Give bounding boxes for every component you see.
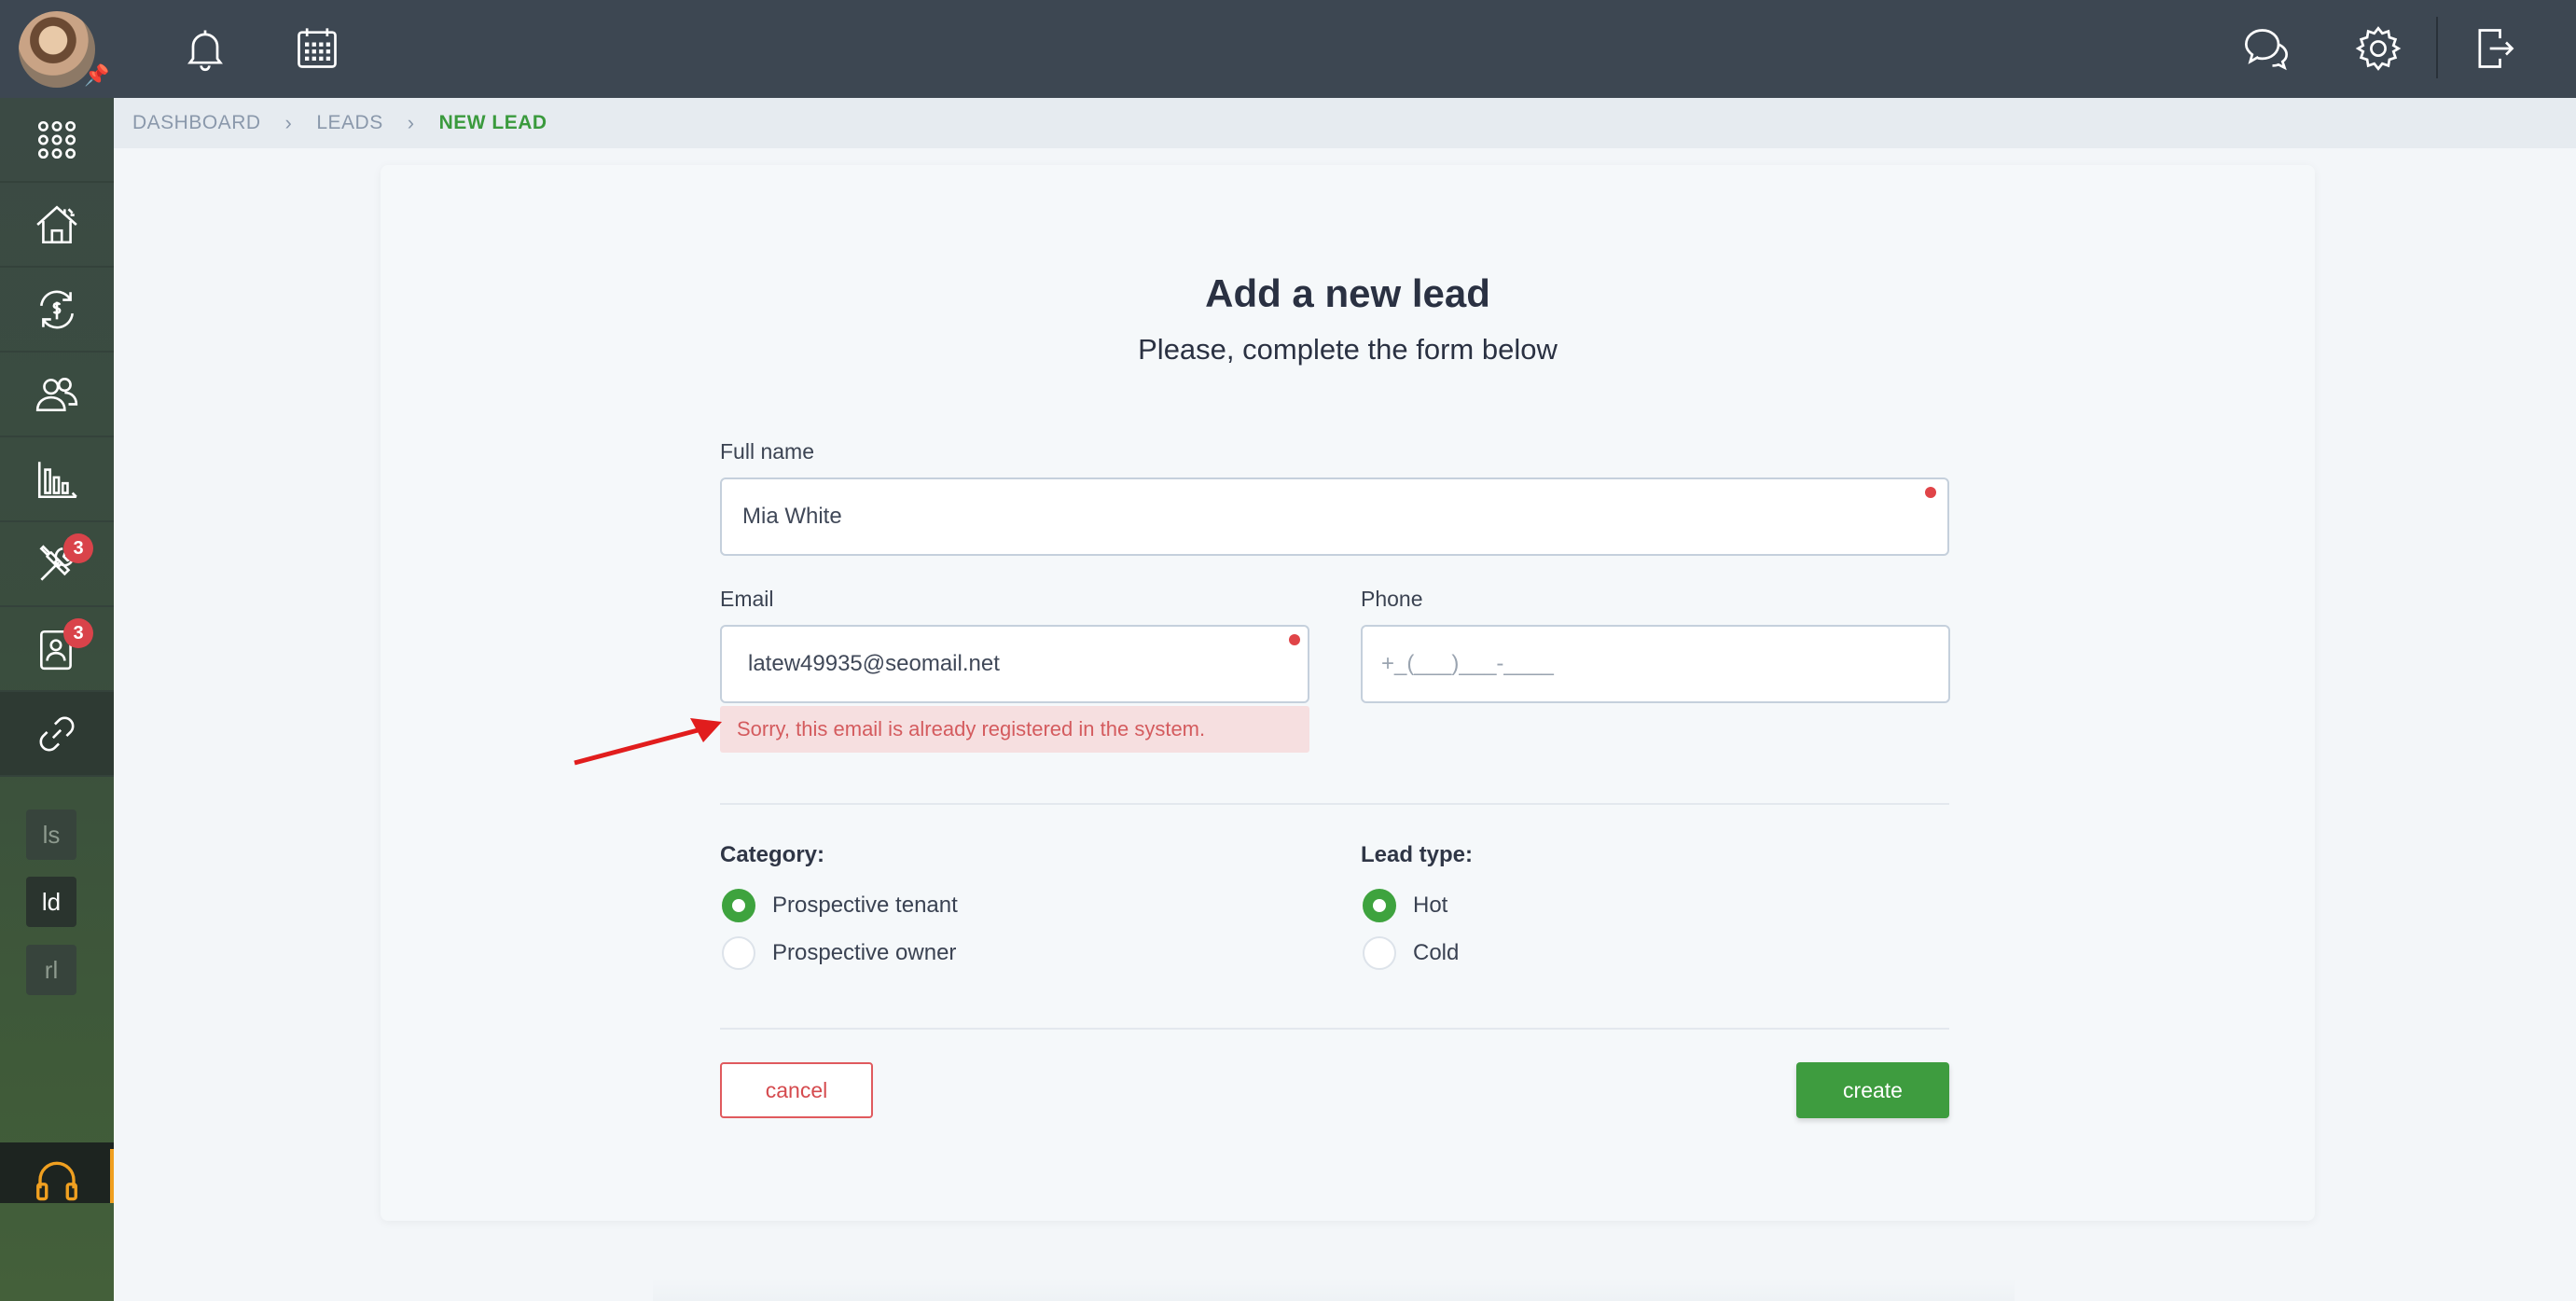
email-input[interactable]: latew49935@seomail.net: [720, 625, 1309, 703]
calendar-icon[interactable]: [289, 21, 345, 76]
radio-checked[interactable]: [1363, 889, 1396, 922]
annotation-arrow-icon: [574, 718, 722, 766]
category-option-tenant[interactable]: Prospective tenant: [722, 889, 958, 922]
sidebar-item-people[interactable]: [0, 353, 114, 437]
headset-icon: [36, 1161, 77, 1201]
gear-icon[interactable]: [2350, 21, 2406, 76]
bell-icon[interactable]: [177, 21, 233, 76]
lead-type-option-hot[interactable]: Hot: [1363, 889, 1447, 922]
page-subtitle: Please, complete the form below: [1138, 333, 1558, 366]
breadcrumb: DASHBOARD › LEADS › NEW LEAD: [114, 98, 2576, 148]
page-title: Add a new lead: [1205, 271, 1490, 315]
pin-icon[interactable]: 📌: [84, 63, 109, 88]
breadcrumb-separator: ›: [407, 111, 415, 134]
divider: [720, 803, 1949, 805]
bottom-edge: [653, 1278, 2015, 1301]
documents-badge: 3: [63, 618, 93, 648]
sidebar-item-links[interactable]: [0, 692, 114, 777]
email-error-message: Sorry, this email is already registered …: [720, 706, 1309, 753]
sidebar-item-finance[interactable]: [0, 268, 114, 353]
lead-type-option-label: Cold: [1413, 940, 1460, 965]
full-name-value: Mia White: [742, 504, 842, 529]
required-indicator: [1289, 634, 1300, 645]
sidebar-mini-item[interactable]: ls: [26, 810, 76, 860]
category-option-label: Prospective tenant: [772, 893, 958, 918]
sidebar-item-reports[interactable]: [0, 437, 114, 522]
breadcrumb-leads[interactable]: LEADS: [316, 112, 382, 134]
lead-type-option-cold[interactable]: Cold: [1363, 936, 1459, 970]
category-option-owner[interactable]: Prospective owner: [722, 936, 956, 970]
required-indicator: [1925, 487, 1936, 498]
radio-unchecked[interactable]: [1363, 936, 1396, 970]
phone-label: Phone: [1361, 587, 1423, 611]
lead-type-option-label: Hot: [1413, 893, 1448, 918]
sidebar-mini-item-selected[interactable]: ld: [26, 877, 76, 927]
maintenance-badge: 3: [63, 533, 93, 563]
radio-checked[interactable]: [722, 889, 755, 922]
sidebar-item-properties[interactable]: [0, 183, 114, 268]
logout-icon[interactable]: [2466, 21, 2522, 76]
create-button[interactable]: create: [1796, 1062, 1949, 1118]
sidebar-item-maintenance[interactable]: 3: [0, 522, 114, 607]
category-option-label: Prospective owner: [772, 940, 957, 965]
link-icon: [39, 716, 75, 751]
new-lead-form: Add a new lead Please, complete the form…: [381, 165, 2315, 1221]
breadcrumb-separator: ›: [284, 111, 293, 134]
chart-icon: [37, 461, 77, 498]
sidebar-item-documents[interactable]: 3: [0, 607, 114, 692]
sidebar: 3 3: [0, 98, 114, 1301]
sidebar-item-apps[interactable]: [0, 98, 114, 183]
radio-unchecked[interactable]: [722, 936, 755, 970]
phone-input[interactable]: +_(___)___-____: [1361, 625, 1950, 703]
cancel-button[interactable]: cancel: [720, 1062, 873, 1118]
money-cycle-icon: [40, 290, 74, 328]
phone-placeholder: +_(___)___-____: [1381, 651, 1554, 676]
chat-icon[interactable]: [2238, 21, 2294, 76]
breadcrumb-current: NEW LEAD: [438, 112, 547, 133]
full-name-label: Full name: [720, 439, 814, 464]
sidebar-mini-item[interactable]: rl: [26, 945, 76, 995]
email-label: Email: [720, 587, 774, 611]
lead-type-label: Lead type:: [1361, 842, 1474, 867]
top-bar: 📌: [0, 0, 2576, 98]
divider: [720, 1028, 1949, 1030]
support-button[interactable]: [0, 1142, 114, 1203]
apps-grid-icon: [37, 120, 76, 159]
email-value: latew49935@seomail.net: [748, 651, 1000, 676]
support-accent: [110, 1149, 114, 1203]
house-icon: [36, 204, 77, 243]
category-label: Category:: [720, 842, 825, 867]
breadcrumb-dashboard[interactable]: DASHBOARD: [132, 112, 261, 134]
full-name-input[interactable]: Mia White: [720, 477, 1949, 556]
people-icon: [35, 377, 78, 411]
topbar-divider: [2436, 17, 2438, 78]
